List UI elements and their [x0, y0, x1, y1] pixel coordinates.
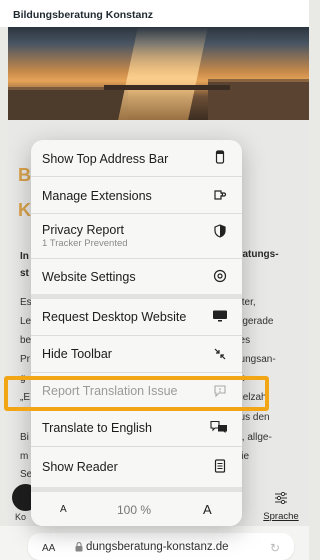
hero-image [8, 27, 309, 120]
text-fragment: Bi [20, 432, 29, 443]
menu-item-hide-toolbar[interactable]: Hide Toolbar [31, 336, 242, 372]
language-link[interactable]: Sprache [258, 492, 304, 524]
menu-item-translate-to-english[interactable]: Translate to English [31, 410, 242, 446]
menu-item-sublabel: 1 Tracker Prevented [42, 238, 128, 249]
menu-item-label: Manage Extensions [42, 189, 152, 203]
settings-gear-icon [213, 269, 227, 283]
menu-item-label: Hide Toolbar [42, 347, 112, 361]
menu-item-label: Translate to English [42, 421, 153, 435]
menu-item-label: Show Reader [42, 460, 118, 474]
heading-fragment: B [18, 165, 31, 185]
text-fragment: m [20, 451, 29, 462]
highlight-box [4, 376, 269, 411]
language-label: Sprache [263, 511, 299, 522]
url-text[interactable]: dungsberatung-konstanz.de [86, 541, 229, 553]
text-fragment: be [20, 335, 32, 346]
lock-icon [75, 542, 83, 552]
text-fragment: st [20, 268, 29, 279]
site-header: Bildungsberatung Konstanz [0, 0, 309, 27]
text-fragment: Le [20, 316, 32, 327]
text-fragment: Es [20, 297, 32, 308]
menu-item-label: Request Desktop Website [42, 310, 187, 324]
sliders-icon [275, 492, 287, 504]
desktop-icon [213, 310, 227, 322]
collapse-arrows-icon [214, 348, 226, 360]
page-menu: Show Top Address Bar Manage Extensions P… [31, 140, 242, 526]
menu-item-label: Show Top Address Bar [42, 152, 169, 166]
menu-item-show-reader[interactable]: Show Reader [31, 447, 242, 487]
site-title[interactable]: Bildungsberatung Konstanz [13, 9, 153, 21]
zoom-out-button[interactable]: A [60, 504, 67, 515]
menu-item-label: Website Settings [42, 270, 136, 284]
menu-item-manage-extensions[interactable]: Manage Extensions [31, 177, 242, 213]
extensions-icon [214, 190, 227, 200]
menu-item-website-settings[interactable]: Website Settings [31, 259, 242, 294]
phone-top-bar-icon [215, 150, 225, 164]
reader-icon [214, 459, 226, 473]
privacy-shield-icon [214, 224, 226, 238]
page-menu-button[interactable]: AA [42, 543, 55, 554]
menu-item-privacy-report[interactable]: Privacy Report 1 Tracker Prevented [31, 214, 242, 258]
menu-item-request-desktop-website[interactable]: Request Desktop Website [31, 299, 242, 335]
zoom-level[interactable]: 100 % [117, 503, 151, 517]
translate-icon [210, 420, 227, 433]
zoom-in-button[interactable]: A [203, 502, 212, 517]
text-fragment: Pr [20, 354, 30, 365]
menu-item-show-top-address-bar[interactable]: Show Top Address Bar [31, 140, 242, 176]
text-fragment: In [20, 251, 29, 262]
text-fragment: Ko [15, 512, 27, 522]
zoom-controls: A 100 % A [31, 493, 242, 526]
menu-item-label: Privacy Report [42, 223, 124, 237]
heading-fragment: K [18, 200, 31, 220]
reload-icon[interactable]: ↻ [270, 541, 280, 555]
